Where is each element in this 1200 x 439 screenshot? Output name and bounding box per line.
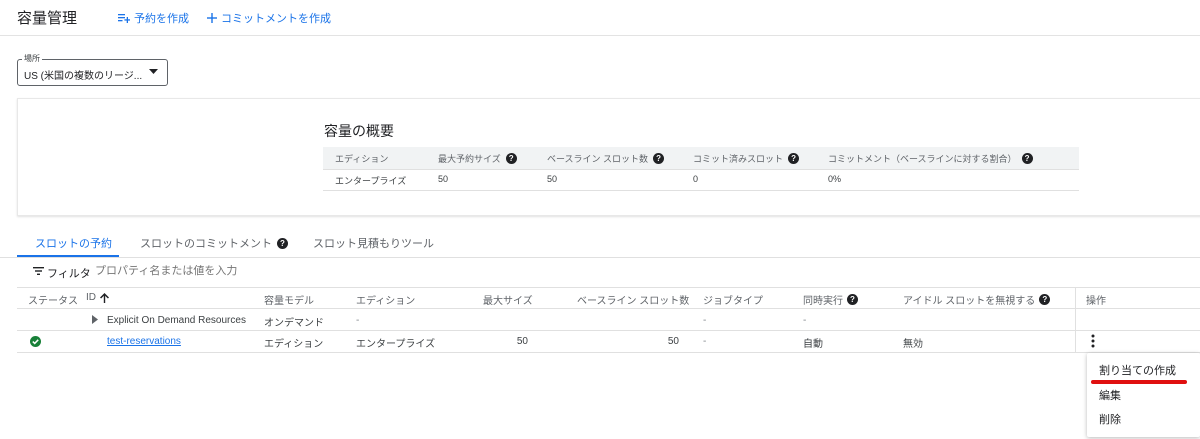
summary-baseline-value: 50	[547, 174, 558, 184]
summary-header-committed: コミット済みスロット?	[693, 152, 800, 165]
column-header-max-size[interactable]: 最大サイズ	[483, 292, 533, 307]
filter-input[interactable]	[95, 265, 395, 277]
create-commitment-button[interactable]: コミットメントを作成	[207, 10, 331, 26]
reservation-link[interactable]: test-reservations	[107, 336, 181, 347]
check-circle-icon	[30, 336, 41, 347]
tab-slot-reservations[interactable]: スロットの予約	[35, 235, 112, 251]
help-icon[interactable]: ?	[653, 153, 665, 164]
help-icon[interactable]: ?	[505, 153, 517, 164]
help-icon[interactable]: ?	[1021, 153, 1033, 164]
menu-item-edit[interactable]: 編集	[1099, 387, 1121, 403]
sort-ascending-icon	[100, 292, 109, 303]
row-id: Explicit On Demand Resources	[107, 315, 246, 326]
menu-item-create-assignment[interactable]: 割り当ての作成	[1099, 362, 1176, 378]
summary-header-baseline: ベースライン スロット数?	[547, 152, 665, 165]
expand-row-icon[interactable]	[92, 315, 98, 324]
row-divider	[17, 352, 1200, 353]
tabs-divider	[0, 257, 1200, 258]
highlight-annotation	[1091, 380, 1187, 384]
column-header-concurrency[interactable]: 同時実行?	[803, 292, 858, 307]
menu-item-delete[interactable]: 削除	[1099, 411, 1121, 427]
plus-icon	[207, 13, 217, 23]
summary-header-commitment-ratio: コミットメント（ベースラインに対する割合）?	[828, 152, 1033, 165]
column-header-job-type[interactable]: ジョブタイプ	[703, 292, 763, 307]
row-divider	[17, 330, 1200, 331]
page-title: 容量管理	[17, 10, 78, 27]
row-max-size: 50	[516, 336, 528, 347]
help-icon[interactable]: ?	[1039, 294, 1051, 305]
help-icon[interactable]: ?	[847, 294, 858, 305]
summary-divider	[323, 169, 1079, 170]
help-icon[interactable]: ?	[277, 237, 288, 249]
row-capacity-model: エディション	[264, 339, 324, 350]
column-header-actions: 操作	[1086, 296, 1106, 307]
summary-max-size-value: 50	[438, 174, 449, 184]
column-header-status[interactable]: ステータス	[28, 292, 78, 307]
actions-column-divider	[1075, 287, 1076, 353]
column-header-edition[interactable]: エディション	[356, 292, 415, 307]
summary-commitment-ratio-value: 0%	[828, 174, 842, 184]
row-concurrency: 自動	[803, 339, 823, 350]
location-value: US (米国の複数のリージ...	[24, 71, 143, 82]
summary-header-max-size: 最大予約サイズ?	[438, 152, 517, 165]
summary-edition-value: エンタープライズ	[335, 176, 407, 186]
filter-icon[interactable]	[33, 267, 44, 275]
create-reservation-button[interactable]: 予約を作成	[118, 10, 189, 26]
row-concurrency: -	[803, 315, 807, 326]
create-commitment-label: コミットメントを作成	[221, 13, 331, 25]
create-reservation-label: 予約を作成	[134, 13, 189, 25]
row-capacity-model: オンデマンド	[264, 318, 324, 329]
row-ignore-idle: 無効	[903, 339, 923, 350]
summary-divider	[323, 190, 1079, 191]
summary-header-edition: エディション	[335, 154, 389, 164]
summary-committed-value: 0	[693, 174, 699, 184]
summary-title: 容量の概要	[324, 123, 394, 139]
column-header-id[interactable]: ID	[86, 292, 109, 303]
row-edition: エンタープライズ	[356, 339, 436, 350]
location-label: 場所	[22, 53, 42, 64]
row-job-type: -	[703, 315, 707, 326]
row-baseline: 50	[667, 336, 679, 347]
tab-slot-estimator[interactable]: スロット見積もりツール	[313, 235, 434, 251]
filter-label: フィルタ	[47, 268, 91, 280]
more-vert-icon[interactable]	[1091, 334, 1095, 348]
tab-slot-commitments[interactable]: スロットのコミットメント?	[140, 235, 288, 251]
dropdown-arrow-icon	[149, 69, 158, 74]
column-header-baseline[interactable]: ベースライン スロット数	[577, 292, 689, 307]
row-job-type: -	[703, 336, 707, 347]
row-edition: -	[356, 315, 360, 326]
playlist-add-icon	[118, 14, 130, 23]
help-icon[interactable]: ?	[788, 153, 800, 164]
top-bar: 容量管理 予約を作成 コミットメントを作成	[0, 0, 1200, 36]
column-header-ignore-idle[interactable]: アイドル スロットを無視する?	[903, 292, 1051, 307]
column-header-capacity-model[interactable]: 容量モデル	[264, 292, 314, 307]
